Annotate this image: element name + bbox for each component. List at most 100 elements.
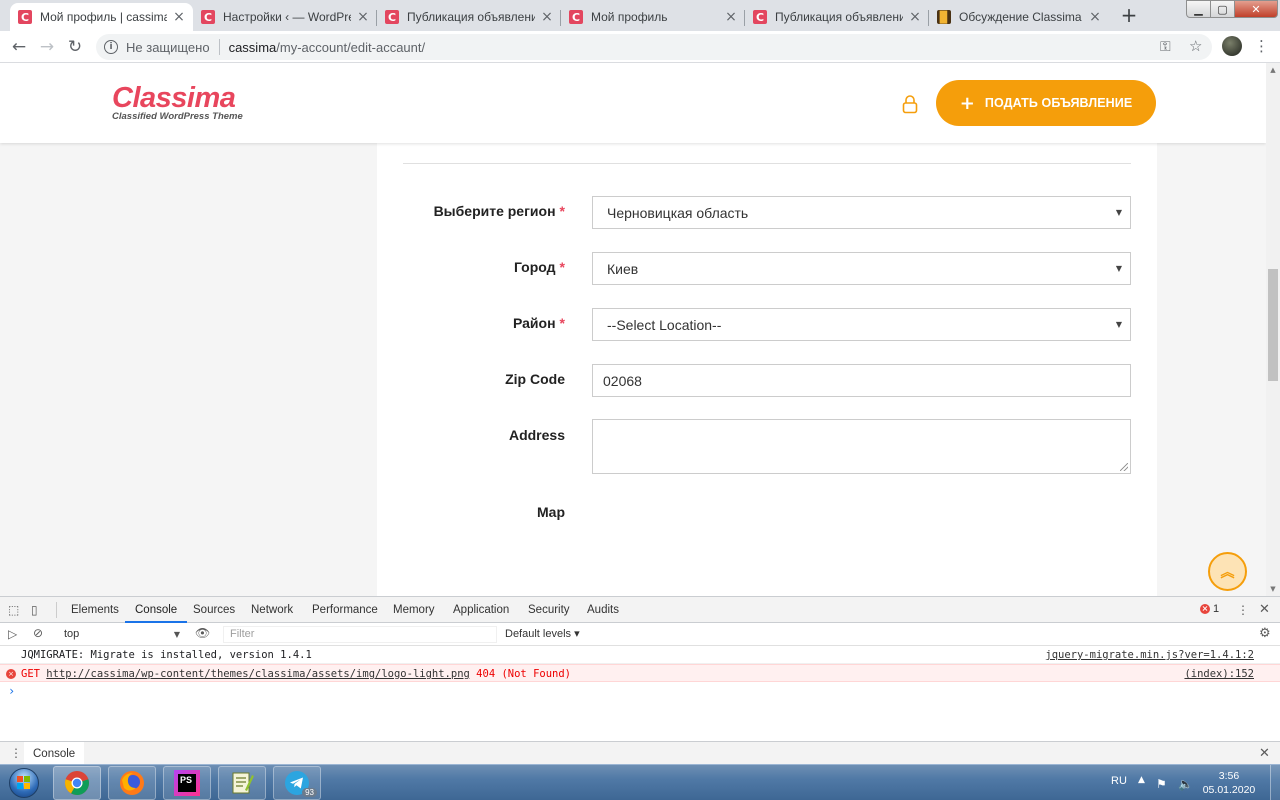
reload-icon[interactable]: ↻ xyxy=(63,35,87,59)
console-messages: JQMIGRATE: Migrate is installed, version… xyxy=(0,646,1280,700)
console-filter-input[interactable]: Filter xyxy=(223,626,497,643)
close-tab-icon[interactable]: × xyxy=(357,9,369,25)
browser-tab-settings-wordpress[interactable]: C Настройки ‹ — WordPress × xyxy=(193,3,377,31)
inspect-element-icon[interactable]: ⬚ xyxy=(8,603,19,617)
back-arrow-icon[interactable]: ← xyxy=(7,35,31,59)
taskbar-firefox[interactable] xyxy=(108,766,156,800)
devtools-tab-network[interactable]: Network xyxy=(251,597,293,623)
devtools-drawer-bar: ⋮ Console ✕ xyxy=(0,741,1280,766)
system-clock[interactable]: 3:56 05.01.2020 xyxy=(1196,769,1262,797)
taskbar-telegram[interactable]: 93 xyxy=(273,766,321,800)
windows-taskbar: PS 93 RU ▲ ⚑ 🔈 3:56 05.01.2020 xyxy=(0,764,1280,800)
address-bar[interactable]: i Не защищено cassima/my-account/edit-ac… xyxy=(96,34,1212,60)
close-tab-icon[interactable]: × xyxy=(725,9,737,25)
scrollbar-thumb[interactable] xyxy=(1268,269,1278,381)
region-selected-value: Черновицкая область xyxy=(607,204,749,221)
close-devtools-icon[interactable]: ✕ xyxy=(1259,602,1270,617)
required-mark: * xyxy=(559,259,565,275)
drawer-menu-icon[interactable]: ⋮ xyxy=(10,746,22,760)
scroll-up-arrow-icon[interactable]: ▲ xyxy=(1266,63,1280,77)
post-ad-label: ПОДАТЬ ОБЪЯВЛЕНИЕ xyxy=(984,96,1133,110)
bookmark-star-icon[interactable]: ☆ xyxy=(1189,37,1202,55)
tab-title: Публикация объявления xyxy=(407,10,535,24)
console-prompt[interactable]: › xyxy=(0,682,1280,700)
devtools-menu-icon[interactable]: ⋮ xyxy=(1237,603,1249,617)
user-account-icon[interactable] xyxy=(901,94,919,114)
close-tab-icon[interactable]: × xyxy=(1089,9,1101,25)
key-icon[interactable]: ⚿ xyxy=(1160,39,1171,55)
info-icon[interactable]: i xyxy=(104,40,118,54)
address-textarea[interactable] xyxy=(592,419,1131,474)
close-drawer-icon[interactable]: ✕ xyxy=(1259,746,1270,761)
not-secure-label[interactable]: Не защищено xyxy=(126,40,210,55)
classima-logo[interactable]: Classima Classified WordPress Theme xyxy=(112,83,243,122)
log-levels-dropdown[interactable]: Default levels ▾ xyxy=(505,627,580,640)
url-path[interactable]: /my-account/edit-accaunt/ xyxy=(276,40,425,55)
scroll-to-top-button[interactable]: ︽ xyxy=(1208,552,1247,591)
close-tab-icon[interactable]: × xyxy=(541,9,553,25)
resize-handle-icon[interactable] xyxy=(1120,463,1128,471)
clear-console-icon[interactable]: ⊘ xyxy=(33,626,43,640)
taskbar-chrome[interactable] xyxy=(53,766,101,800)
context-selector[interactable]: top ▼ xyxy=(60,626,182,643)
devtools-tab-sources[interactable]: Sources xyxy=(193,597,235,623)
devtools-tab-elements[interactable]: Elements xyxy=(71,597,119,623)
chevron-down-icon: ▼ xyxy=(1115,264,1122,273)
region-select[interactable]: Черновицкая область ▼ xyxy=(592,196,1131,229)
browser-tab-publish-ad[interactable]: C Публикация объявления × xyxy=(377,3,561,31)
device-toolbar-icon[interactable]: ▯ xyxy=(31,603,38,617)
profile-avatar[interactable] xyxy=(1222,36,1242,56)
scroll-down-arrow-icon[interactable]: ▼ xyxy=(1266,582,1280,596)
show-sidebar-icon[interactable]: ▷ xyxy=(8,627,17,641)
city-select[interactable]: Киев ▼ xyxy=(592,252,1131,285)
close-tab-icon[interactable]: × xyxy=(173,9,185,25)
language-indicator[interactable]: RU xyxy=(1111,775,1127,787)
action-center-flag-icon[interactable]: ⚑ xyxy=(1156,777,1167,791)
taskbar-phpstorm[interactable]: PS xyxy=(163,766,211,800)
console-source-link[interactable]: jquery-migrate.min.js?ver=1.4.1:2 xyxy=(1045,646,1254,664)
start-button[interactable] xyxy=(2,765,46,800)
devtools-tab-application[interactable]: Application xyxy=(453,597,509,623)
zip-code-label: Zip Code xyxy=(505,371,565,387)
chevron-down-icon: ▼ xyxy=(1115,208,1122,217)
zip-code-input[interactable]: 02068 xyxy=(592,364,1131,397)
console-toolbar: ▷ ⊘ top ▼ 👁 Filter Default levels ▾ ⚙ xyxy=(0,623,1280,646)
close-tab-icon[interactable]: × xyxy=(909,9,921,25)
show-hidden-icons-icon[interactable]: ▲ xyxy=(1138,775,1145,785)
edit-account-form-card: Выберите регион * Черновицкая область ▼ Г… xyxy=(377,143,1157,596)
devtools-tab-security[interactable]: Security xyxy=(528,597,570,623)
post-ad-button[interactable]: + ПОДАТЬ ОБЪЯВЛЕНИЕ xyxy=(936,80,1156,126)
volume-icon[interactable]: 🔈 xyxy=(1178,777,1193,791)
browser-tab-my-profile[interactable]: C Мой профиль × xyxy=(561,3,745,31)
tab-title: Мой профиль xyxy=(591,10,668,24)
browser-tab-my-profile-cassima[interactable]: C Мой профиль | cassima × xyxy=(10,3,193,31)
failed-resource-link[interactable]: http://cassima/wp-content/themes/classim… xyxy=(46,668,470,680)
page-scrollbar[interactable]: ▲ ▼ xyxy=(1266,63,1280,596)
district-select[interactable]: --Select Location-- ▼ xyxy=(592,308,1131,341)
show-desktop-button[interactable] xyxy=(1270,765,1280,800)
section-divider xyxy=(403,163,1131,164)
error-count-badge[interactable]: × 1 xyxy=(1200,603,1219,615)
console-source-link[interactable]: (index):152 xyxy=(1184,665,1254,683)
classima-favicon-icon: C xyxy=(18,10,32,24)
url-host[interactable]: cassima xyxy=(229,40,277,55)
error-icon: × xyxy=(1200,604,1210,614)
browser-toolbar: ← → ↻ i Не защищено cassima/my-account/e… xyxy=(0,31,1280,63)
maximize-window-button[interactable]: ▢ xyxy=(1210,0,1235,18)
devtools-tab-console[interactable]: Console xyxy=(125,597,188,623)
chrome-menu-icon[interactable]: ⋮ xyxy=(1254,37,1269,55)
devtools-tab-performance[interactable]: Performance xyxy=(312,597,378,623)
browser-tab-classima-discussion[interactable]: ▉ Обсуждение Classima - До × xyxy=(929,3,1109,31)
devtools-tab-audits[interactable]: Audits xyxy=(587,597,619,623)
clock-time: 3:56 xyxy=(1218,770,1240,782)
new-tab-button[interactable]: + xyxy=(1117,4,1141,28)
forward-arrow-icon[interactable]: → xyxy=(35,35,59,59)
console-settings-gear-icon[interactable]: ⚙ xyxy=(1259,626,1271,641)
devtools-tab-memory[interactable]: Memory xyxy=(393,597,435,623)
live-expression-eye-icon[interactable]: 👁 xyxy=(195,626,210,640)
close-window-button[interactable]: ✕ xyxy=(1234,0,1278,18)
drawer-tab-console[interactable]: Console xyxy=(24,742,85,766)
browser-tab-publish-ad-2[interactable]: C Публикация объявления × xyxy=(745,3,929,31)
taskbar-notepad-plus-plus[interactable] xyxy=(218,766,266,800)
minimize-window-button[interactable]: ▁ xyxy=(1186,0,1211,18)
